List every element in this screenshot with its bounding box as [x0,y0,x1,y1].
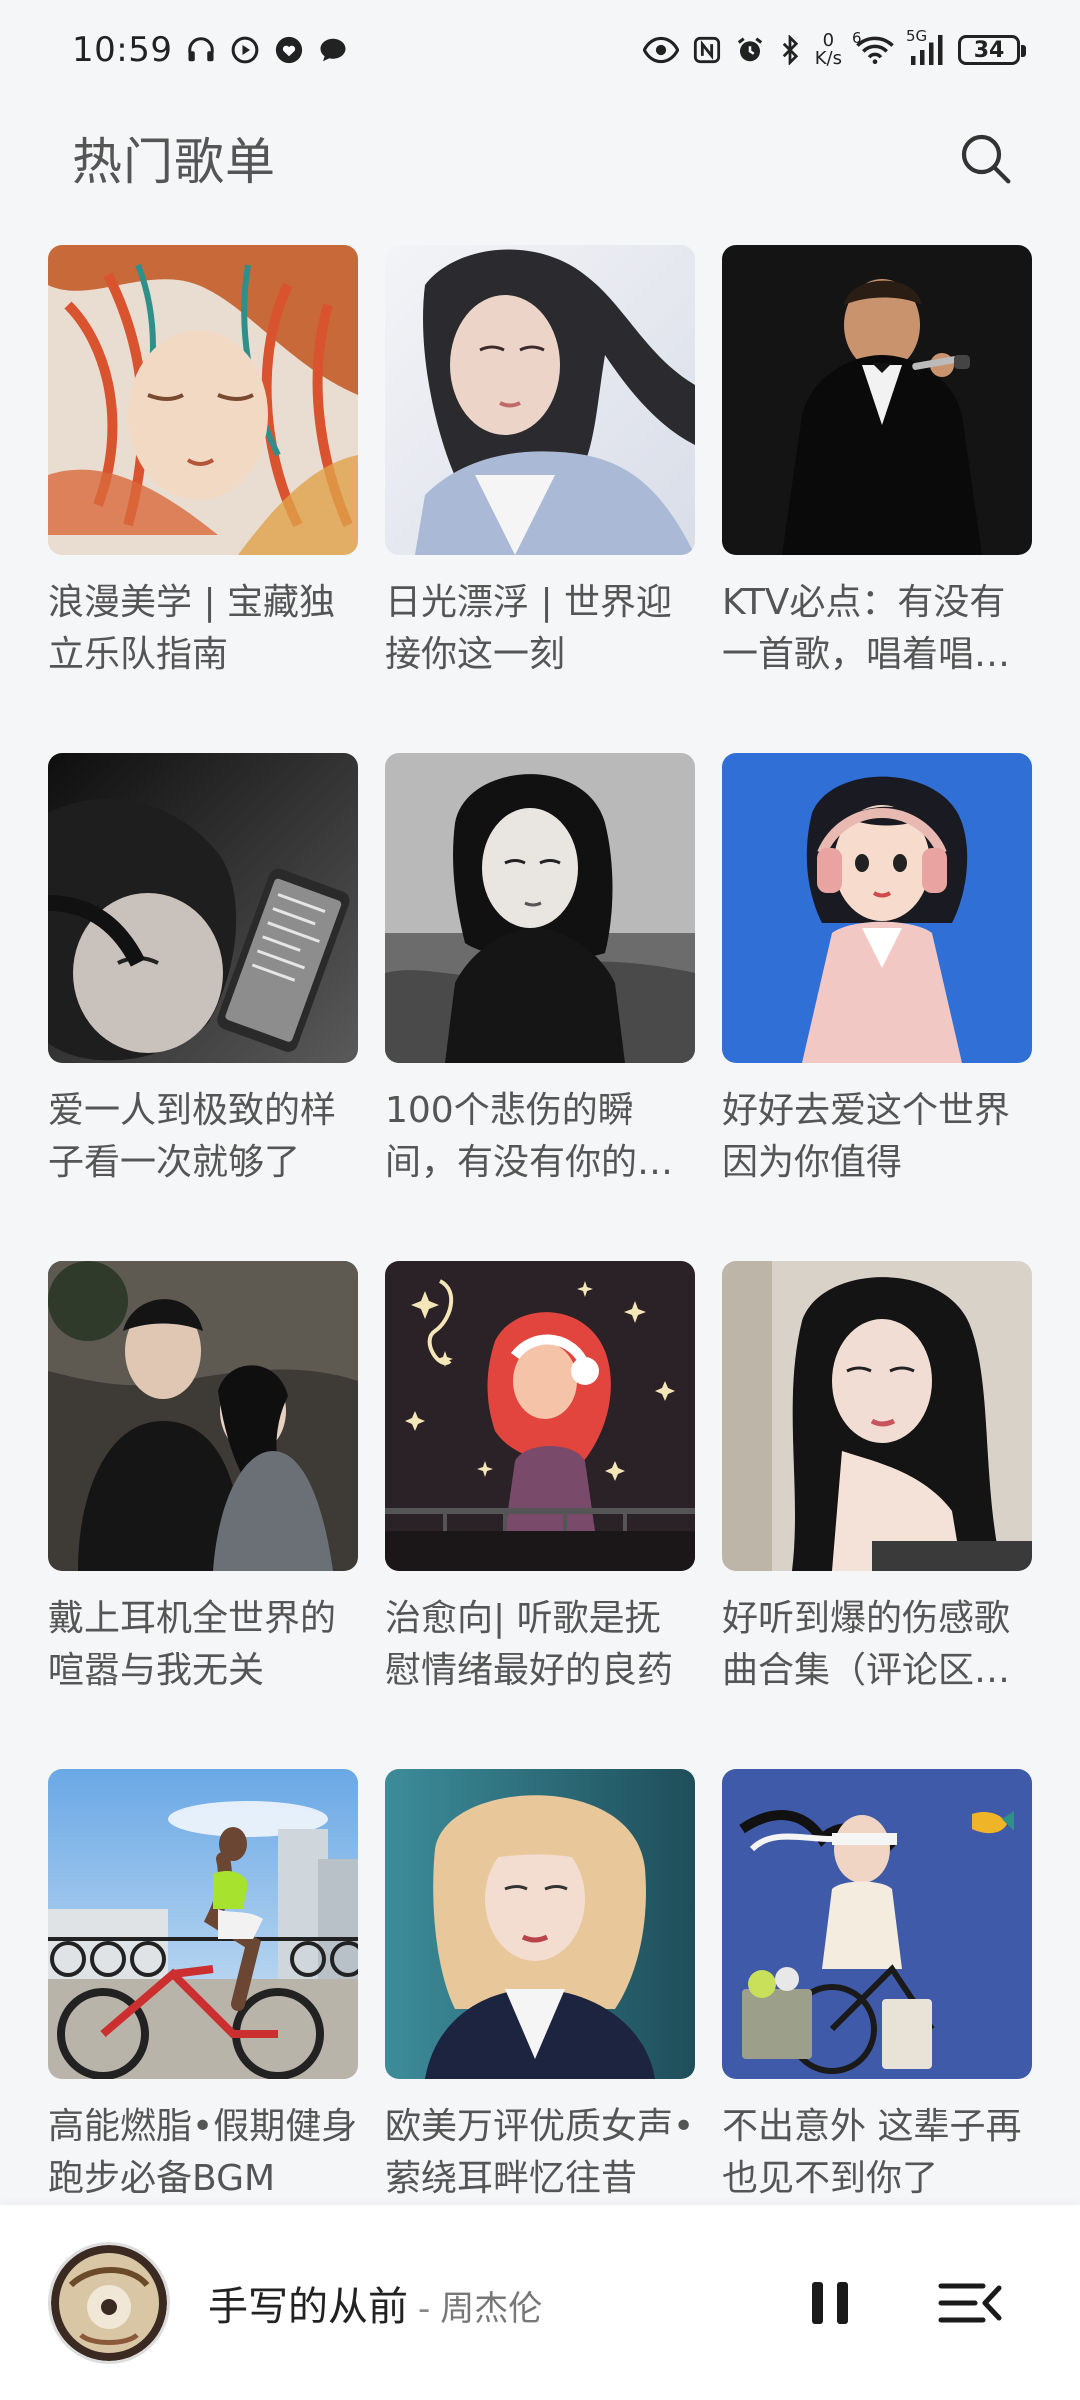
playlist-card[interactable]: 好好去爱这个世界 因为你值得 [722,753,1032,1261]
playlist-cover [385,1769,695,2079]
bluetooth-icon [779,35,801,65]
mini-player[interactable]: 手写的从前 - 周杰伦 [0,2205,1080,2400]
signal-label: 5G [906,27,928,45]
status-time: 10:59 [72,30,173,70]
playlist-card[interactable]: 不出意外 这辈子再也见不到你了 [722,1769,1032,2277]
page-title: 热门歌单 [72,133,276,191]
playlist-title: 不出意外 这辈子再也见不到你了 [722,2106,1022,2199]
status-right: 0 K/s 6 5G 34 [642,27,1026,68]
net-speed: 0 K/s [815,32,842,68]
playlist-cover [385,245,695,555]
wifi-icon: 6 [852,29,894,65]
playlist-cover [48,1769,358,2079]
playlist-card[interactable]: 100个悲伤的瞬间，有没有你的故事 [385,753,695,1261]
album-disc[interactable] [48,2241,170,2364]
status-left: 10:59 [72,30,348,70]
nfc-icon [693,36,721,64]
playlist-cover [722,1769,1032,2079]
playlist-cover [722,753,1032,1063]
playlist-card[interactable]: 好听到爆的伤感歌曲合集（评论区超好哭） [722,1261,1032,1769]
song-artist: 周杰伦 [440,2288,543,2329]
alarm-icon [735,35,765,65]
header: 热门歌单 [0,110,1080,206]
playlist-card[interactable]: KTV必点：有没有一首歌，唱着唱着就哭了 [722,245,1032,753]
playlist-title: 100个悲伤的瞬间，有没有你的故事 [385,1090,674,1183]
chat-bubble-icon [318,35,348,65]
playlist-card[interactable]: 日光漂浮 | 世界迎接你这一刻 [385,245,695,753]
song-title: 手写的从前 [208,2283,408,2330]
playlist-title: KTV必点：有没有一首歌，唱着唱着就哭了 [722,582,1011,675]
playlist-queue-button[interactable] [930,2263,1010,2343]
playlist-title: 治愈向| 听歌是抚慰情绪最好的良药 [385,1598,674,1691]
search-icon [961,134,1011,184]
playlist-cover [385,753,695,1063]
heart-icon [274,35,304,65]
playlist-queue-icon [938,2283,1002,2322]
now-playing-info[interactable]: 手写的从前 - 周杰伦 [208,2274,790,2332]
playlist-cover [48,245,358,555]
playlist-card[interactable]: 治愈向| 听歌是抚慰情绪最好的良药 [385,1261,695,1769]
playlist-card[interactable]: 欧美万评优质女声•萦绕耳畔忆往昔 [385,1769,695,2277]
playlist-card[interactable]: 浪漫美学 | 宝藏独立乐队指南 [48,245,358,753]
song-separator: - [418,2288,431,2329]
playlist-cover [48,753,358,1063]
status-bar: 10:59 0 K/s 6 5G 34 [0,0,1080,100]
net-speed-unit: K/s [814,48,842,69]
playlist-title: 爱一人到极致的样子看一次就够了 [48,1090,337,1183]
playlist-title: 好好去爱这个世界 因为你值得 [722,1090,1011,1183]
playlist-card[interactable]: 高能燃脂•假期健身跑步必备BGM [48,1769,358,2277]
wifi-label: 6 [852,29,862,47]
playlist-title: 欧美万评优质女声•萦绕耳畔忆往昔 [385,2106,695,2199]
playlist-cover [385,1261,695,1571]
playlist-title: 好听到爆的伤感歌曲合集（评论区超好哭） [722,1598,1011,1691]
cell-signal-icon: 5G [906,27,944,65]
playlist-cover [722,1261,1032,1571]
playlist-card[interactable]: 爱一人到极致的样子看一次就够了 [48,753,358,1261]
playlist-cover [722,245,1032,555]
play-circle-icon [230,35,260,65]
eye-icon [642,36,679,64]
playlist-title: 戴上耳机全世界的喧嚣与我无关 [48,1598,337,1691]
playlist-title: 浪漫美学 | 宝藏独立乐队指南 [48,582,336,675]
battery-icon: 34 [958,35,1026,65]
playlist-title: 日光漂浮 | 世界迎接你这一刻 [385,582,673,675]
battery-level: 34 [973,37,1005,63]
headphones-icon [186,35,216,65]
pause-button[interactable] [790,2263,870,2343]
search-button[interactable] [950,123,1020,193]
playlist-grid: 浪漫美学 | 宝藏独立乐队指南 日光漂浮 | 世界迎接你这一刻 KTV必点：有没… [48,245,1034,2277]
playlist-title: 高能燃脂•假期健身跑步必备BGM [48,2106,358,2199]
playlist-card[interactable]: 戴上耳机全世界的喧嚣与我无关 [48,1261,358,1769]
playlist-cover [48,1261,358,1571]
pause-icon [812,2281,848,2324]
